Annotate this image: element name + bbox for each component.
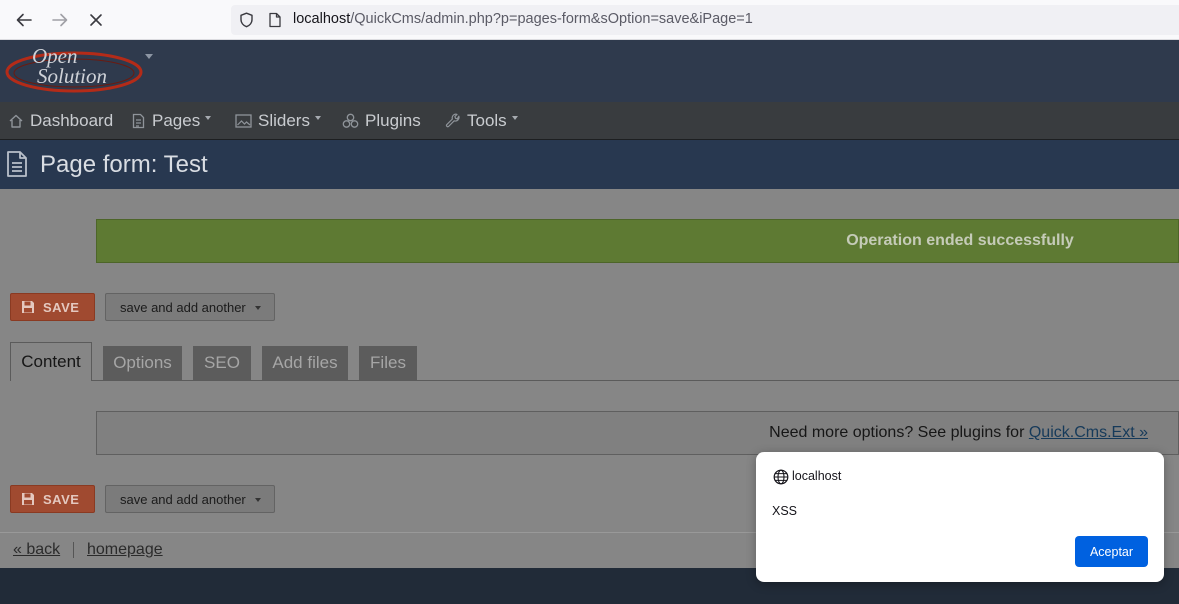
plugins-notice: Need more options? See plugins for Quick…	[96, 411, 1179, 455]
url-path: /QuickCms/admin.php?p=pages-form&sOption…	[350, 11, 753, 27]
tabs-divider	[92, 380, 1179, 381]
back-link[interactable]: « back	[13, 541, 60, 559]
menu-item-plugins[interactable]: Plugins	[342, 102, 421, 140]
page-title: Page form: Test	[40, 151, 208, 178]
url-host: localhost	[293, 11, 351, 27]
alert-dialog: localhost XSS Aceptar	[756, 452, 1164, 582]
save-button[interactable]: SAVE	[10, 485, 95, 513]
save-button[interactable]: SAVE	[10, 293, 95, 321]
forward-icon[interactable]	[47, 8, 73, 32]
chevron-down-icon	[205, 116, 212, 120]
tab-content[interactable]: Content	[10, 342, 92, 381]
tab-seo[interactable]: SEO	[193, 346, 251, 380]
tab-content-label: Content	[21, 352, 81, 371]
logo-line-2: Solution	[37, 64, 107, 88]
address-bar[interactable]: localhost/QuickCms/admin.php?p=pages-for…	[231, 5, 1179, 35]
menu-label-pages: Pages	[152, 111, 201, 130]
menu-item-tools[interactable]: Tools	[445, 102, 518, 140]
main-menu: Dashboard Pages Sliders Plugins Tools	[0, 102, 1179, 140]
ok-button-label: Aceptar	[1089, 544, 1134, 559]
quick-cms-ext-link[interactable]: Quick.Cms.Ext »	[1029, 424, 1148, 441]
plugins-notice-label: Need more options? See plugins for	[769, 424, 1029, 441]
save-and-add-another-label: save and add another	[120, 299, 246, 315]
document-icon	[132, 113, 145, 129]
save-and-add-another-label: save and add another	[120, 491, 246, 507]
save-button-label: SAVE	[43, 491, 80, 507]
app-header: Open Solution	[0, 40, 1179, 102]
save-and-add-another-button[interactable]: save and add another	[105, 485, 275, 513]
save-and-add-another-button[interactable]: save and add another	[105, 293, 275, 321]
page-icon[interactable]	[268, 12, 282, 28]
dialog-origin: localhost	[792, 469, 842, 483]
menu-label-sliders: Sliders	[258, 111, 310, 130]
stop-icon[interactable]	[83, 8, 109, 32]
plugins-notice-text: Need more options? See plugins for Quick…	[769, 424, 1148, 442]
success-message-text: Operation ended successfully	[846, 232, 1074, 249]
image-icon	[235, 114, 252, 128]
tab-options-label: Options	[113, 353, 172, 372]
menu-label-tools: Tools	[467, 111, 507, 130]
tab-add-files-label: Add files	[272, 353, 338, 372]
browser-toolbar: localhost/QuickCms/admin.php?p=pages-for…	[0, 0, 1179, 40]
tab-add-files[interactable]: Add files	[262, 346, 348, 380]
tab-seo-label: SEO	[204, 353, 240, 372]
chevron-down-icon	[314, 116, 321, 120]
menu-item-dashboard[interactable]: Dashboard	[8, 102, 113, 140]
homepage-link[interactable]: homepage	[87, 541, 163, 559]
chevron-down-icon[interactable]	[255, 306, 261, 310]
floppy-disk-icon	[22, 493, 34, 505]
floppy-disk-icon	[22, 301, 34, 313]
url-text[interactable]: localhost/QuickCms/admin.php?p=pages-for…	[293, 11, 753, 27]
menu-label-plugins: Plugins	[365, 111, 421, 130]
chevron-down-icon	[511, 116, 518, 120]
success-message: Operation ended successfully	[96, 219, 1179, 263]
menu-label-dashboard: Dashboard	[30, 111, 114, 130]
document-icon	[7, 151, 27, 177]
dialog-message: XSS	[772, 504, 798, 518]
puzzle-icon	[342, 113, 359, 128]
back-icon[interactable]	[11, 8, 37, 32]
ok-button[interactable]: Aceptar	[1075, 536, 1148, 567]
menu-item-pages[interactable]: Pages	[131, 102, 212, 140]
shield-icon[interactable]	[239, 12, 254, 28]
chevron-down-icon[interactable]	[255, 498, 261, 502]
chevron-down-icon[interactable]	[145, 54, 153, 59]
page-title-bar: Page form: Test	[0, 140, 1179, 189]
footer-separator	[73, 542, 74, 558]
tab-options[interactable]: Options	[103, 346, 182, 380]
globe-icon	[773, 469, 789, 485]
menu-item-sliders[interactable]: Sliders	[235, 102, 321, 140]
open-solution-logo[interactable]: Open Solution	[4, 42, 146, 98]
save-button-label: SAVE	[43, 299, 80, 315]
home-icon	[9, 114, 23, 128]
tab-files[interactable]: Files	[359, 346, 417, 380]
tab-files-label: Files	[370, 353, 406, 372]
wrench-icon	[445, 113, 460, 128]
